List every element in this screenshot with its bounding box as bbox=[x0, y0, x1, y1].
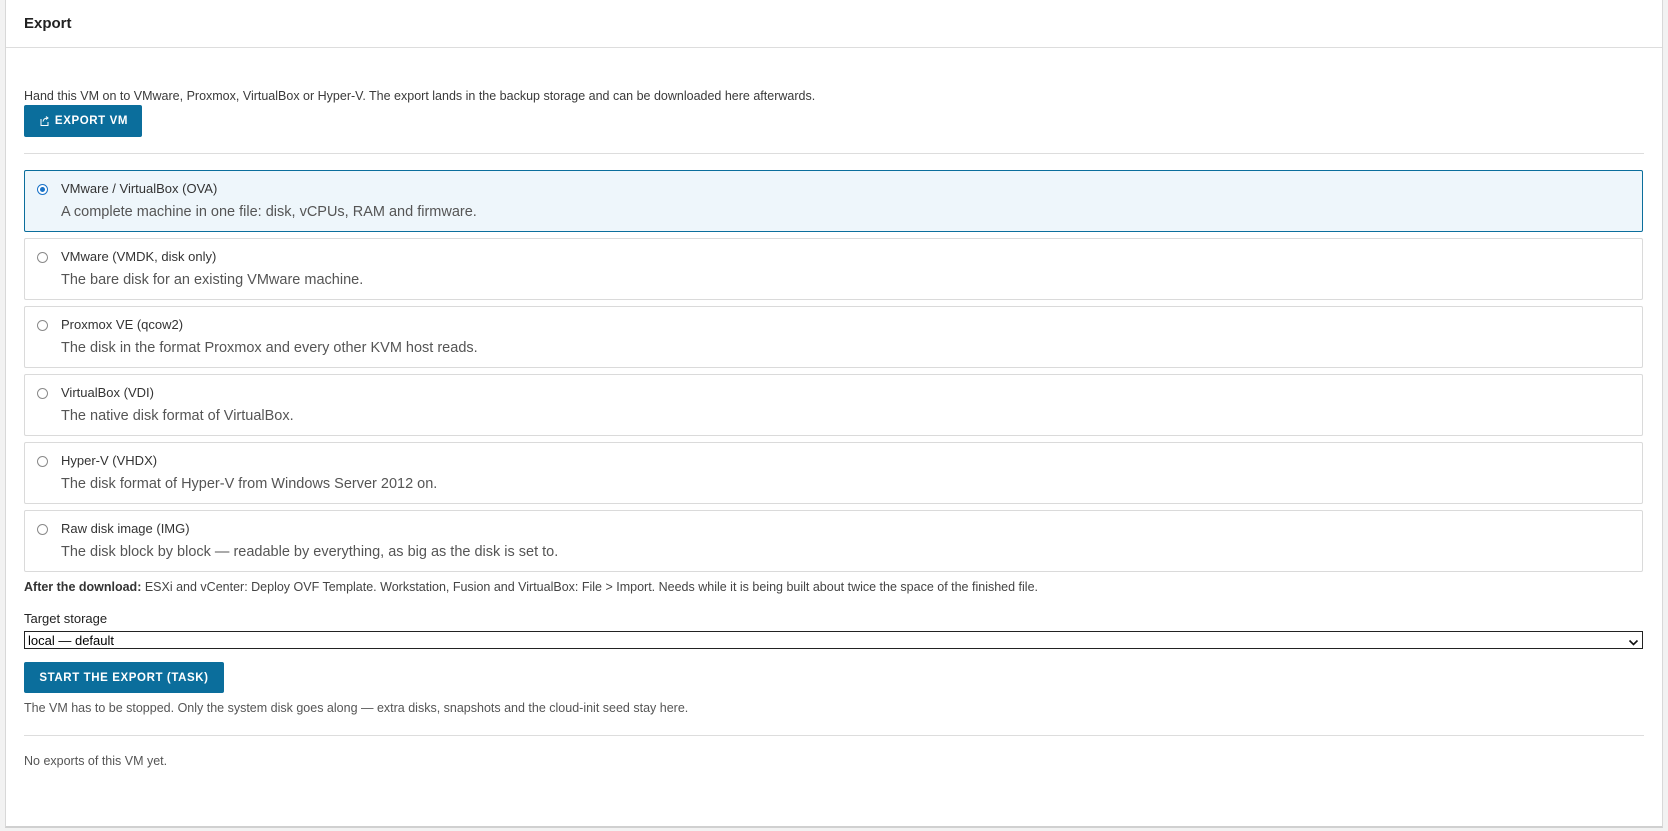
radio-vhdx[interactable] bbox=[37, 456, 48, 467]
card-body: Hand this VM on to VMware, Proxmox, Virt… bbox=[6, 89, 1662, 768]
format-title: VMware (VMDK, disk only) bbox=[61, 249, 217, 264]
radio-vdi[interactable] bbox=[37, 388, 48, 399]
start-export-button-label: START THE EXPORT (TASK) bbox=[39, 671, 209, 684]
empty-state: No exports of this VM yet. bbox=[24, 754, 168, 768]
after-download-text: ESXi and vCenter: Deploy OVF Template. W… bbox=[141, 580, 1038, 594]
format-option-ova[interactable]: VMware / VirtualBox (OVA) A complete mac… bbox=[24, 170, 1643, 232]
format-option-img[interactable]: Raw disk image (IMG) The disk block by b… bbox=[24, 510, 1643, 572]
format-title: Hyper-V (VHDX) bbox=[61, 453, 158, 468]
format-description: The disk block by block — readable by ev… bbox=[61, 544, 559, 560]
radio-img[interactable] bbox=[37, 524, 48, 535]
format-description: The disk format of Hyper-V from Windows … bbox=[61, 476, 438, 492]
export-card: Export Hand this VM on to VMware, Proxmo… bbox=[5, 0, 1663, 828]
target-storage-label: Target storage bbox=[24, 611, 108, 626]
format-options: VMware / VirtualBox (OVA) A complete mac… bbox=[24, 170, 1644, 572]
format-option-vdi[interactable]: VirtualBox (VDI) The native disk format … bbox=[24, 374, 1643, 436]
target-storage-value: local — default bbox=[28, 633, 114, 648]
radio-vmdk[interactable] bbox=[37, 252, 48, 263]
target-storage-select[interactable]: local — default bbox=[24, 631, 1643, 649]
format-title: Proxmox VE (qcow2) bbox=[61, 317, 184, 332]
stop-vm-hint: The VM has to be stopped. Only the syste… bbox=[24, 701, 689, 715]
format-option-qcow2[interactable]: Proxmox VE (qcow2) The disk in the forma… bbox=[24, 306, 1643, 368]
export-vm-button[interactable]: EXPORT VM bbox=[24, 105, 142, 137]
radio-qcow2[interactable] bbox=[37, 320, 48, 331]
start-export-button[interactable]: START THE EXPORT (TASK) bbox=[24, 662, 224, 693]
format-title: VMware / VirtualBox (OVA) bbox=[61, 181, 218, 196]
divider bbox=[24, 153, 1644, 154]
card-header: Export bbox=[6, 0, 1662, 48]
export-vm-button-label: EXPORT VM bbox=[54, 115, 129, 127]
format-description: The bare disk for an existing VMware mac… bbox=[61, 272, 364, 288]
intro-text: Hand this VM on to VMware, Proxmox, Virt… bbox=[24, 89, 816, 103]
radio-ova[interactable] bbox=[37, 184, 48, 195]
after-download-note: After the download: ESXi and vCenter: De… bbox=[24, 580, 1644, 594]
format-description: A complete machine in one file: disk, vC… bbox=[61, 204, 477, 220]
format-description: The native disk format of VirtualBox. bbox=[61, 408, 294, 424]
format-title: VirtualBox (VDI) bbox=[61, 385, 154, 400]
format-description: The disk in the format Proxmox and every… bbox=[61, 340, 478, 356]
after-download-label: After the download: bbox=[24, 580, 142, 594]
export-icon bbox=[38, 115, 50, 127]
format-title: Raw disk image (IMG) bbox=[61, 521, 190, 536]
format-option-vhdx[interactable]: Hyper-V (VHDX) The disk format of Hyper-… bbox=[24, 442, 1643, 504]
format-option-vmdk[interactable]: VMware (VMDK, disk only) The bare disk f… bbox=[24, 238, 1643, 300]
chevron-down-icon bbox=[1628, 635, 1639, 646]
divider bbox=[24, 735, 1644, 736]
card-title: Export bbox=[24, 15, 72, 32]
